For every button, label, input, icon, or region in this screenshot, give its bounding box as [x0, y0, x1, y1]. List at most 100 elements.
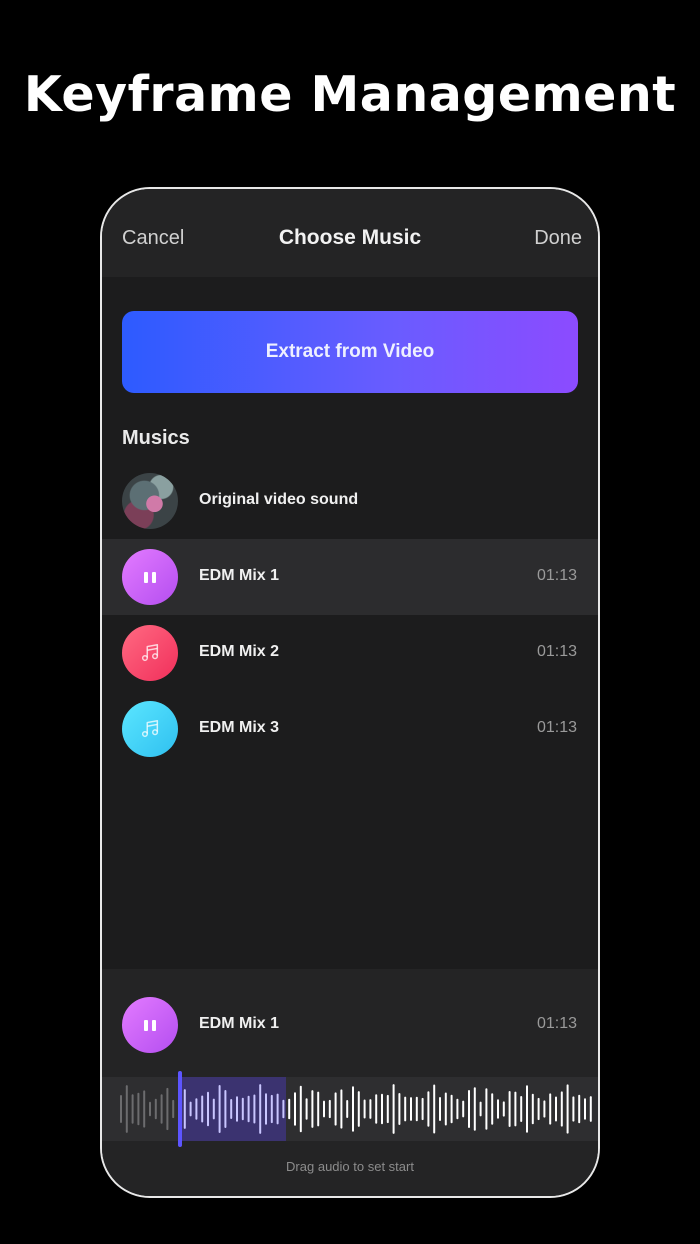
- waveform-bar: [537, 1097, 540, 1121]
- track-row-edm-mix-1[interactable]: EDM Mix 1 01:13: [102, 539, 598, 615]
- waveform-bar: [247, 1095, 250, 1123]
- track-row-edm-mix-3[interactable]: EDM Mix 3 01:13: [102, 691, 598, 767]
- waveform-bar: [120, 1095, 122, 1123]
- waveform-bar: [392, 1084, 395, 1134]
- waveform-bar: [265, 1093, 267, 1125]
- waveform-bar: [224, 1090, 227, 1128]
- now-playing-row: EDM Mix 1 01:13: [102, 987, 598, 1063]
- waveform-bar: [398, 1092, 401, 1126]
- track-duration: 01:13: [536, 567, 577, 584]
- extract-from-video-button[interactable]: Extract from Video: [122, 311, 578, 393]
- track-row-original[interactable]: Original video sound: [102, 463, 598, 539]
- waveform-bar: [334, 1092, 337, 1126]
- track-duration: 01:13: [536, 719, 577, 736]
- waveform-bar: [381, 1093, 383, 1125]
- waveform-bar: [305, 1098, 308, 1120]
- waveform-bar: [589, 1096, 592, 1122]
- waveform-bar: [491, 1093, 494, 1125]
- waveform-bar: [125, 1085, 128, 1133]
- video-thumbnail: [122, 473, 178, 529]
- phone-frame: Cancel Choose Music Done Extract from Vi…: [100, 187, 600, 1198]
- waveform-bar: [473, 1087, 476, 1131]
- waveform-bar: [375, 1094, 378, 1124]
- music-note-icon: [141, 720, 159, 738]
- waveform-bar: [514, 1091, 517, 1127]
- player-panel: EDM Mix 1 01:13 Drag audio to set start: [102, 969, 598, 1196]
- waveform-bar: [352, 1086, 354, 1132]
- waveform-bar: [253, 1094, 256, 1124]
- track-duration: 01:13: [536, 643, 577, 660]
- play-button[interactable]: [122, 701, 178, 757]
- waveform-bar: [230, 1098, 233, 1120]
- waveform-bar: [421, 1097, 424, 1121]
- navbar: Cancel Choose Music Done: [102, 189, 598, 277]
- waveform-bar: [415, 1096, 418, 1122]
- waveform-bar: [502, 1101, 505, 1117]
- track-name: EDM Mix 3: [199, 719, 280, 736]
- waveform-bar: [346, 1100, 349, 1118]
- waveform-bar: [497, 1099, 499, 1119]
- waveform-bar: [166, 1087, 169, 1131]
- waveform-bar: [578, 1094, 581, 1124]
- waveform-bar: [427, 1091, 430, 1127]
- play-button[interactable]: [122, 625, 178, 681]
- waveform-bar: [555, 1096, 557, 1122]
- waveform-bar: [560, 1091, 563, 1127]
- waveform-bar: [404, 1096, 407, 1122]
- waveform-bar: [369, 1099, 372, 1119]
- waveform-bar: [520, 1095, 523, 1123]
- waveform-bar: [259, 1084, 262, 1134]
- cancel-button[interactable]: Cancel: [122, 227, 184, 250]
- waveform-bar: [137, 1092, 140, 1126]
- waveform-bar: [323, 1100, 325, 1118]
- waveform-bar: [386, 1094, 389, 1124]
- waveform-bar: [485, 1088, 488, 1130]
- waveform-bar: [143, 1090, 146, 1128]
- waveform-bar: [462, 1100, 465, 1118]
- waveform-bar: [189, 1101, 192, 1117]
- waveform-hint: Drag audio to set start: [286, 1159, 414, 1174]
- waveform-bar: [363, 1099, 366, 1119]
- track-row-edm-mix-2[interactable]: EDM Mix 2 01:13: [102, 615, 598, 691]
- waveform-bar: [340, 1089, 343, 1129]
- waveform-bar: [154, 1098, 157, 1120]
- waveform-bar: [526, 1085, 528, 1133]
- waveform-bar: [549, 1093, 552, 1125]
- waveform-bar: [183, 1089, 186, 1129]
- waveform-bar: [201, 1095, 204, 1123]
- waveform-bar: [195, 1098, 198, 1120]
- track-name: EDM Mix 2: [199, 643, 280, 660]
- audio-waveform[interactable]: [102, 1071, 598, 1147]
- waveform-bar: [149, 1101, 151, 1117]
- done-button[interactable]: Done: [534, 227, 582, 250]
- waveform-bar: [531, 1093, 534, 1125]
- headline: Keyframe Management: [23, 66, 677, 123]
- waveform-bar: [328, 1099, 331, 1119]
- waveform-playhead-handle[interactable]: [178, 1071, 182, 1147]
- player-pause-button[interactable]: [122, 997, 178, 1053]
- track-name: EDM Mix 1: [199, 567, 280, 584]
- waveform-bar: [212, 1098, 215, 1120]
- waveform-bar: [276, 1093, 279, 1125]
- waveform-bar: [172, 1099, 175, 1119]
- play-pause-button[interactable]: [122, 549, 178, 605]
- waveform-bar: [270, 1094, 273, 1124]
- waveform-bar: [218, 1084, 221, 1134]
- pause-icon: [144, 571, 156, 583]
- waveform-bar: [241, 1097, 244, 1121]
- waveform-bar: [282, 1099, 285, 1119]
- waveform-bar: [433, 1084, 436, 1134]
- waveform-bar: [131, 1094, 134, 1124]
- waveform-bar: [160, 1094, 163, 1124]
- waveform-bar: [410, 1097, 412, 1121]
- waveform-bar: [543, 1100, 546, 1118]
- pause-icon: [144, 1019, 156, 1031]
- waveform-bar: [299, 1085, 302, 1133]
- waveform-bar: [294, 1092, 296, 1126]
- waveform-bar: [444, 1092, 447, 1126]
- waveform-bar: [468, 1090, 470, 1128]
- track-name: Original video sound: [199, 491, 359, 508]
- section-title-musics: Musics: [122, 427, 190, 449]
- waveform-bar: [311, 1090, 314, 1128]
- waveform-bar: [584, 1098, 586, 1120]
